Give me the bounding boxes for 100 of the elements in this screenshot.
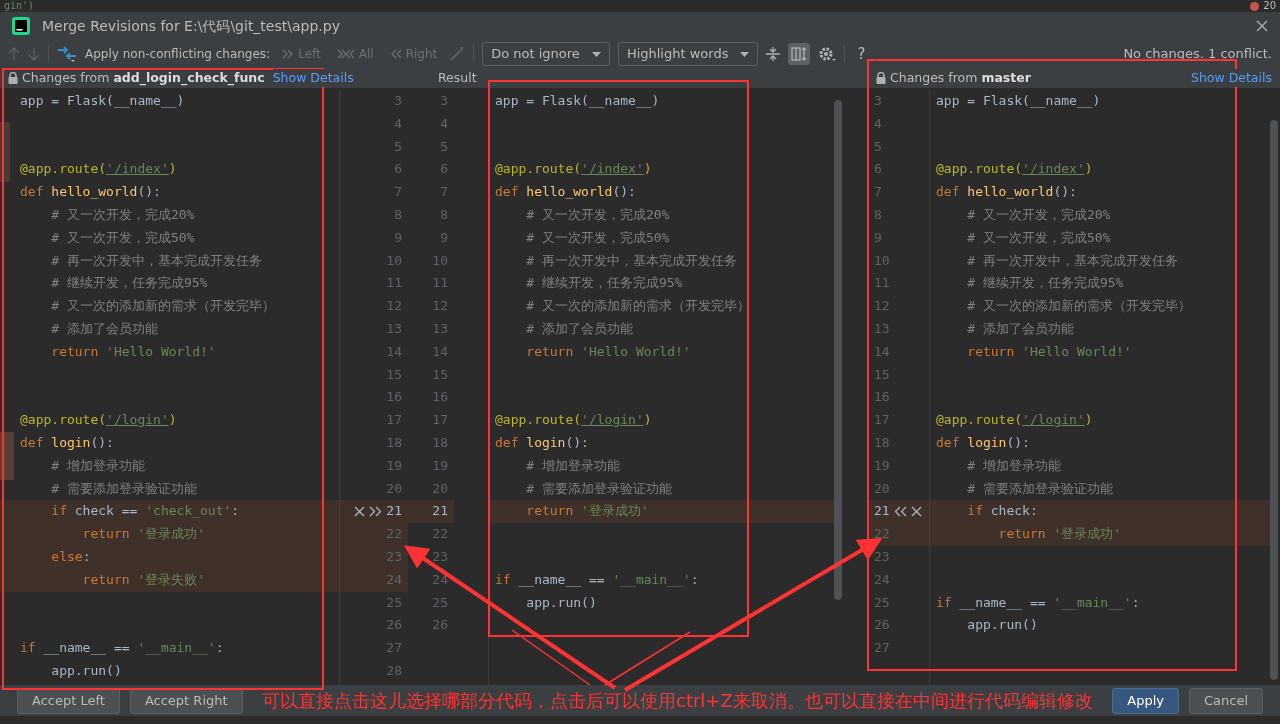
dropdown[interactable]: Do not ignore	[482, 42, 610, 66]
merge-arrows-icon[interactable]	[57, 45, 77, 63]
help-button[interactable]: ?	[853, 42, 870, 66]
settings-icon[interactable]	[818, 46, 837, 62]
line-number: 15	[874, 365, 890, 384]
code-line: app = Flask(__name__)	[20, 93, 185, 108]
code-line: return '登录成功'	[81, 526, 206, 542]
code-line: # 添加了会员功能	[50, 320, 158, 336]
code-line: def login():	[20, 434, 114, 450]
dialog-button[interactable]: Cancel	[1188, 687, 1263, 714]
show-details-link[interactable]: Show Details	[272, 68, 354, 88]
line-number: 5	[440, 137, 448, 156]
dropdown[interactable]: Highlight words	[617, 42, 759, 66]
line-number: 18	[874, 433, 890, 452]
line-number: 25	[874, 593, 890, 612]
code-line: if __name__ == '__main__':	[20, 640, 224, 656]
error-count: 20	[1263, 0, 1276, 12]
dialog-button[interactable]: Accept Left	[17, 687, 120, 714]
line-number: 18	[386, 433, 402, 452]
code-line: @app.route('/index')	[495, 161, 652, 177]
code-line: return '登录失败'	[81, 571, 206, 587]
primary-button[interactable]: Apply	[1112, 687, 1179, 714]
window-title: Merge Revisions for E:\代码\git_test\app.py	[42, 16, 340, 36]
scrollbar[interactable]	[1270, 120, 1278, 680]
sync-scroll-toggle[interactable]	[788, 43, 811, 65]
line-number: 12	[432, 297, 448, 316]
line-number: 10	[386, 251, 402, 270]
line-number: 13	[386, 319, 402, 338]
lock-icon	[8, 72, 18, 84]
pane-title: Result	[438, 69, 477, 85]
close-icon[interactable]	[1256, 20, 1268, 32]
line-number: 6	[394, 160, 402, 179]
code-line: # 增加登录功能	[525, 457, 620, 473]
close-icon[interactable]	[354, 506, 366, 518]
pane-title: Changes from add_login_check_func	[22, 68, 265, 88]
line-number: 19	[432, 456, 448, 475]
line-number: 5	[394, 137, 402, 156]
code-line: return 'Hello World!'	[50, 343, 216, 359]
line-number: 24	[432, 570, 448, 589]
scrollbar[interactable]	[834, 100, 842, 600]
caret-icon	[740, 51, 750, 57]
line-number: 11	[432, 274, 448, 293]
caret-icon	[591, 51, 601, 57]
line-number: 14	[432, 342, 448, 361]
code-line: if check == 'check_out':	[50, 503, 240, 519]
collapse-icon[interactable]	[766, 46, 781, 62]
double-chevron-both-icon	[336, 49, 355, 59]
line-number: 6	[874, 160, 882, 179]
double-chevron-right-icon[interactable]	[369, 506, 383, 518]
line-number: 11	[874, 274, 890, 293]
code-line: @app.route('/login')	[936, 412, 1093, 428]
line-number: 3	[440, 92, 448, 110]
code-line: # 需要添加登录验证功能	[966, 480, 1113, 496]
show-details-link[interactable]: Show Details	[1190, 68, 1272, 88]
code-line: if check:	[966, 503, 1038, 519]
line-number: 20	[386, 479, 402, 498]
code-line: app = Flask(__name__)	[495, 93, 660, 108]
line-number: 8	[394, 206, 402, 224]
code-line: # 添加了会员功能	[525, 320, 633, 336]
apply-label: Apply non-conflicting changes:	[85, 46, 271, 63]
dialog-button[interactable]: Accept Right	[129, 687, 243, 714]
code-line: # 继续开发，任务完成95%	[966, 275, 1124, 291]
code-line: app.run()	[50, 662, 122, 678]
line-number: 9	[874, 228, 882, 247]
line-number: 10	[432, 251, 448, 270]
code-line: if __name__ == '__main__':	[495, 571, 699, 587]
code-line: @app.route('/index')	[936, 161, 1093, 177]
status-text: No changes. 1 conflict.	[1123, 45, 1272, 64]
line-number: 8	[440, 206, 448, 224]
code-line: # 需要添加登录验证功能	[525, 480, 672, 496]
line-number: 20	[432, 479, 448, 498]
code-line: def login():	[495, 434, 589, 450]
line-number: 26	[432, 616, 448, 635]
code-line: # 继续开发，任务完成95%	[525, 275, 683, 291]
change-marker	[0, 122, 10, 182]
line-number: 25	[432, 593, 448, 612]
code-line: @app.route('/login')	[495, 412, 652, 428]
line-number: 27	[386, 639, 402, 658]
code-line: def hello_world():	[20, 184, 161, 200]
line-number: 26	[874, 616, 890, 635]
columns-icon	[791, 47, 808, 61]
line-number: 22	[432, 525, 448, 544]
line-number: 24	[874, 570, 890, 589]
code-line: return '登录成功'	[997, 526, 1122, 542]
line-number: 21	[432, 502, 448, 521]
line-number: 23	[386, 547, 402, 566]
code-line: @app.route('/index')	[20, 161, 177, 177]
line-number: 17	[432, 411, 448, 430]
code-line: app.run()	[966, 617, 1038, 633]
code-line: # 增加登录功能	[966, 457, 1061, 473]
line-number: 9	[440, 228, 448, 247]
close-icon[interactable]	[910, 506, 922, 518]
double-chevron-left-icon[interactable]	[893, 506, 907, 518]
line-number: 3	[874, 92, 882, 110]
code-line: # 需要添加登录验证功能	[50, 480, 197, 496]
line-number: 5	[874, 137, 882, 156]
line-number: 7	[440, 183, 448, 202]
line-number: 22	[386, 525, 402, 544]
line-number: 17	[874, 411, 890, 430]
line-number: 13	[874, 319, 890, 338]
